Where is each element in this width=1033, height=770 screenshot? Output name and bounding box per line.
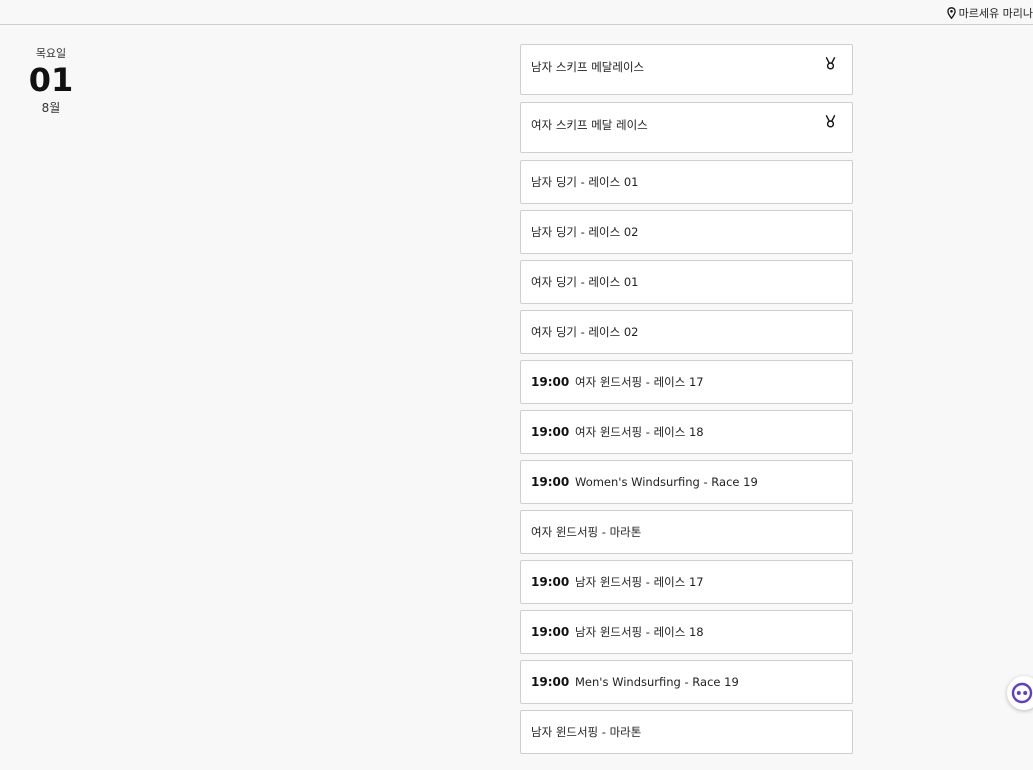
top-bar: 마르세유 마리나 bbox=[0, 0, 1033, 25]
event-item[interactable]: 19:00 여자 윈드서핑 - 레이스 18 bbox=[520, 410, 853, 454]
event-title: 여자 딩기 - 레이스 02 bbox=[531, 325, 639, 339]
event-item[interactable]: 19:00 Women's Windsurfing - Race 19 bbox=[520, 460, 853, 504]
event-item[interactable]: 여자 딩기 - 레이스 02 bbox=[520, 310, 853, 354]
chatbot-button[interactable] bbox=[1007, 676, 1033, 710]
event-time: 19:00 bbox=[531, 675, 570, 689]
event-time: 19:00 bbox=[531, 475, 570, 489]
event-item[interactable]: 남자 스키프 메달레이스 bbox=[520, 44, 853, 95]
event-title: 여자 윈드서핑 - 레이스 17 bbox=[575, 375, 704, 389]
event-title: 남자 윈드서핑 - 레이스 17 bbox=[575, 575, 704, 589]
event-title: Men's Windsurfing - Race 19 bbox=[575, 675, 739, 689]
event-title: 여자 딩기 - 레이스 01 bbox=[531, 275, 639, 289]
medal-icon bbox=[825, 57, 836, 70]
day-number: 01 bbox=[28, 61, 74, 99]
event-time: 19:00 bbox=[531, 425, 570, 439]
event-title: Women's Windsurfing - Race 19 bbox=[575, 475, 758, 489]
event-item[interactable]: 19:00 남자 윈드서핑 - 레이스 18 bbox=[520, 610, 853, 654]
event-item[interactable]: 남자 딩기 - 레이스 02 bbox=[520, 210, 853, 254]
date-block: 목요일 01 8월 bbox=[20, 45, 82, 116]
chatbot-icon bbox=[1011, 682, 1033, 704]
medal-icon bbox=[825, 115, 836, 128]
event-time: 19:00 bbox=[531, 375, 570, 389]
event-item[interactable]: 여자 딩기 - 레이스 01 bbox=[520, 260, 853, 304]
event-title: 여자 스키프 메달 레이스 bbox=[531, 118, 648, 132]
weekday-label: 목요일 bbox=[35, 47, 67, 60]
event-list: 남자 스키프 메달레이스여자 스키프 메달 레이스남자 딩기 - 레이스 01 남… bbox=[520, 44, 853, 760]
event-title: 여자 윈드서핑 - 마라톤 bbox=[531, 525, 642, 539]
venue-location[interactable]: 마르세유 마리나 bbox=[946, 5, 1033, 21]
event-item[interactable]: 19:00 Men's Windsurfing - Race 19 bbox=[520, 660, 853, 704]
event-item[interactable]: 남자 윈드서핑 - 마라톤 bbox=[520, 710, 853, 754]
event-title: 남자 딩기 - 레이스 02 bbox=[531, 225, 639, 239]
event-time: 19:00 bbox=[531, 625, 570, 639]
event-title: 남자 딩기 - 레이스 01 bbox=[531, 175, 639, 189]
event-title: 남자 윈드서핑 - 레이스 18 bbox=[575, 625, 704, 639]
map-pin-icon bbox=[946, 7, 956, 19]
event-item[interactable]: 여자 윈드서핑 - 마라톤 bbox=[520, 510, 853, 554]
event-item[interactable]: 남자 딩기 - 레이스 01 bbox=[520, 160, 853, 204]
venue-location-label: 마르세유 마리나 bbox=[958, 7, 1033, 20]
event-item[interactable]: 19:00 여자 윈드서핑 - 레이스 17 bbox=[520, 360, 853, 404]
event-item[interactable]: 여자 스키프 메달 레이스 bbox=[520, 102, 853, 153]
event-item[interactable]: 19:00 남자 윈드서핑 - 레이스 17 bbox=[520, 560, 853, 604]
month-label: 8월 bbox=[41, 101, 61, 115]
event-title: 남자 윈드서핑 - 마라톤 bbox=[531, 725, 642, 739]
event-title: 남자 스키프 메달레이스 bbox=[531, 60, 645, 74]
event-time: 19:00 bbox=[531, 575, 570, 589]
event-title: 여자 윈드서핑 - 레이스 18 bbox=[575, 425, 704, 439]
